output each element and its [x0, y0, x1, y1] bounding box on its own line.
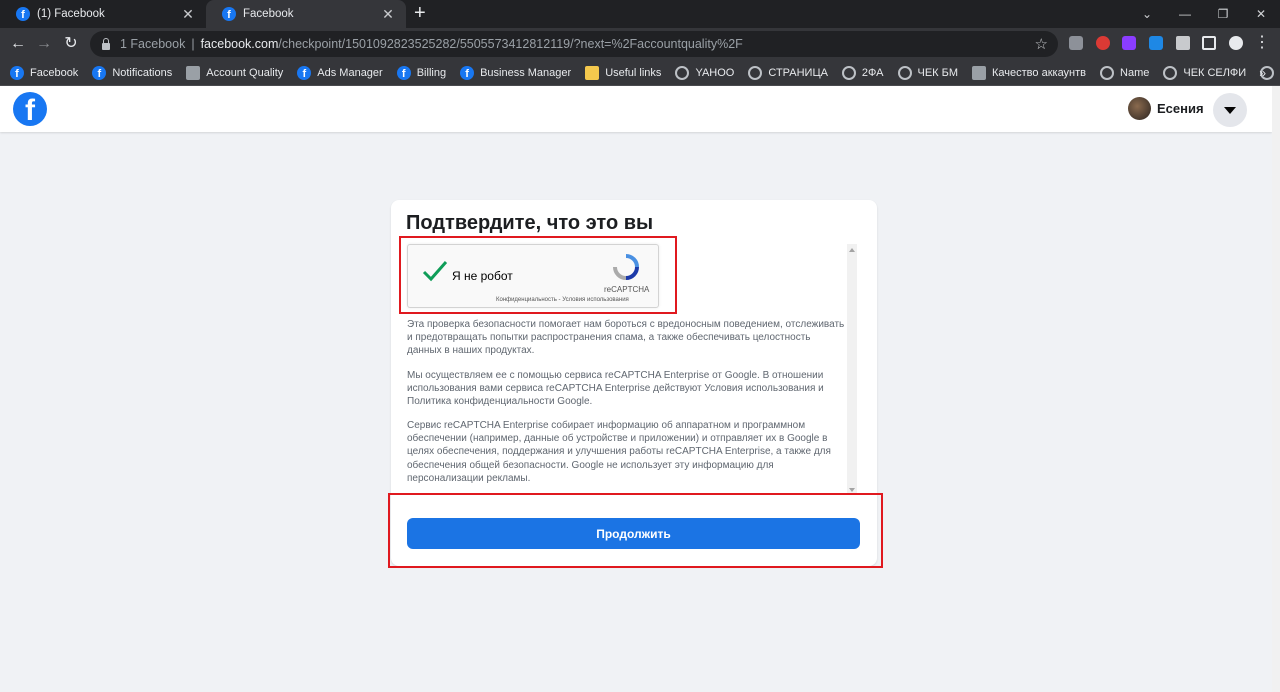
globe-icon — [675, 65, 690, 80]
bookmark-item[interactable]: Account Quality — [186, 65, 284, 80]
bookmark-label: Ads Manager — [317, 66, 383, 79]
bookmark-item[interactable]: 2ФА — [841, 65, 884, 80]
avatar[interactable] — [1128, 97, 1151, 120]
extension-purple-icon[interactable] — [1122, 36, 1136, 50]
user-name[interactable]: Есения — [1157, 101, 1204, 116]
extension-blue-icon[interactable] — [1149, 36, 1163, 50]
tab-search-icon[interactable]: ⌄ — [1128, 0, 1166, 28]
folder-icon — [585, 65, 600, 80]
bookmark-label: Качество аккаунтв — [992, 66, 1087, 79]
window-controls: ⌄ — ❐ ✕ — [1128, 0, 1280, 28]
facebook-icon: f — [222, 7, 236, 21]
globe-icon — [841, 65, 856, 80]
bookmark-label: Name — [1120, 66, 1150, 79]
facebook-icon: f — [297, 65, 312, 80]
minimize-icon[interactable]: — — [1166, 0, 1204, 28]
close-icon[interactable]: ✕ — [180, 6, 196, 23]
profile-icon[interactable] — [1229, 36, 1243, 50]
bookmark-label: Business Manager — [480, 66, 572, 79]
bookmark-label: СТРАНИЦА — [768, 66, 828, 79]
bookmarks-overflow-icon[interactable]: » — [1259, 66, 1266, 80]
bookmark-label: Useful links — [605, 66, 662, 79]
annotation-box-recaptcha — [399, 236, 677, 314]
reload-icon[interactable]: ↻ — [59, 28, 83, 60]
bookmark-item[interactable]: f Business Manager — [460, 65, 572, 80]
forward-icon[interactable]: → — [32, 28, 56, 60]
site-name: 1 Facebook — [120, 37, 186, 51]
bookmark-label: ЧЕК СЕЛФИ — [1183, 66, 1247, 79]
browser-tab-1[interactable]: f (1) Facebook ✕ — [0, 0, 206, 28]
globe-icon — [1100, 65, 1115, 80]
browser-menu-icon[interactable]: ⋮ — [1254, 34, 1270, 52]
lock-icon[interactable] — [102, 37, 110, 50]
bookmark-label: Account Quality — [206, 66, 284, 79]
bookmark-star-icon[interactable]: ☆ — [1035, 35, 1048, 53]
facebook-icon: f — [10, 65, 24, 80]
close-window-icon[interactable]: ✕ — [1242, 0, 1280, 28]
info-paragraph-3: Сервис reCAPTCHA Enterprise собирает инф… — [407, 420, 831, 484]
browser-toolbar: ← → ↻ 1 Facebook | facebook.com /checkpo… — [0, 28, 1280, 60]
bookmark-item[interactable]: Name — [1100, 65, 1150, 80]
caret-down-icon — [1224, 106, 1236, 114]
tab-title: Facebook — [243, 8, 294, 20]
bookmark-item[interactable]: Качество аккаунтв — [972, 65, 1087, 80]
maximize-icon[interactable]: ❐ — [1204, 0, 1242, 28]
bookmark-label: ЧЕК БМ — [917, 66, 959, 79]
bookmark-label: YAHOO — [695, 66, 735, 79]
facebook-header: f Есения — [0, 86, 1272, 132]
tab-title: (1) Facebook — [37, 8, 105, 20]
close-icon[interactable]: ✕ — [380, 6, 396, 23]
page-icon — [972, 65, 987, 80]
bookmark-item[interactable]: YAHOO — [675, 65, 735, 80]
bookmarks-bar: f Facebook f Notifications Account Quality f A… — [0, 60, 1280, 86]
bookmark-item[interactable]: f Ads Manager — [297, 65, 383, 80]
browser-tab-strip: f (1) Facebook ✕ f Facebook ✕ + ⌄ — ❐ ✕ — [0, 0, 1280, 28]
facebook-icon: f — [460, 65, 475, 80]
bookmark-item[interactable]: f Facebook — [10, 65, 79, 80]
bookmark-label: Facebook — [30, 66, 79, 79]
account-menu-button[interactable] — [1213, 93, 1247, 127]
scroll-down-icon[interactable] — [849, 488, 855, 492]
bookmark-item[interactable]: СТРАНИЦА — [748, 65, 828, 80]
bookmark-item[interactable]: ЧЕК СЕЛФИ — [1163, 65, 1247, 80]
browser-tab-2[interactable]: f Facebook ✕ — [206, 0, 406, 28]
bookmark-label: Billing — [416, 66, 447, 79]
back-icon[interactable]: ← — [6, 28, 30, 60]
extension-red-icon[interactable] — [1096, 36, 1110, 50]
bookmark-item[interactable]: f Billing — [396, 65, 447, 80]
info-paragraph-1: Эта проверка безопасности помогает нам б… — [407, 319, 845, 357]
dialog-scrollbar[interactable] — [847, 244, 857, 494]
scroll-up-icon[interactable] — [849, 248, 855, 252]
extensions-puzzle-icon[interactable] — [1176, 36, 1190, 50]
new-tab-button[interactable]: + — [414, 3, 426, 23]
profile-chip[interactable]: Есения — [1128, 97, 1204, 120]
url-path: /checkpoint/1501092823525282/55055734128… — [278, 37, 743, 51]
address-bar[interactable]: 1 Facebook | facebook.com /checkpoint/15… — [90, 31, 1058, 57]
side-panel-icon[interactable] — [1202, 36, 1216, 50]
annotation-box-continue — [388, 493, 883, 568]
facebook-logo-icon[interactable]: f — [13, 92, 47, 126]
url-separator: | — [191, 37, 195, 51]
info-paragraph-2: Мы осуществляем ее с помощью сервиса reC… — [407, 370, 824, 408]
bookmark-item[interactable]: f Notifications — [92, 65, 173, 80]
globe-icon — [897, 65, 912, 80]
extension-code-icon[interactable] — [1069, 36, 1083, 50]
page-scrollbar[interactable] — [1272, 86, 1280, 692]
page-icon — [186, 65, 201, 80]
bookmark-item[interactable]: Useful links — [585, 65, 662, 80]
bookmark-item[interactable]: ЧЕК БМ — [897, 65, 959, 80]
globe-icon — [1163, 65, 1178, 80]
globe-icon — [748, 65, 763, 80]
url-domain: facebook.com — [200, 37, 279, 51]
dialog-title: Подтвердите, что это вы — [406, 212, 654, 234]
bookmark-label: Notifications — [112, 66, 173, 79]
facebook-icon: f — [396, 65, 411, 80]
facebook-icon: f — [92, 65, 107, 80]
bookmark-label: 2ФА — [861, 66, 884, 79]
facebook-icon: f — [16, 7, 30, 21]
